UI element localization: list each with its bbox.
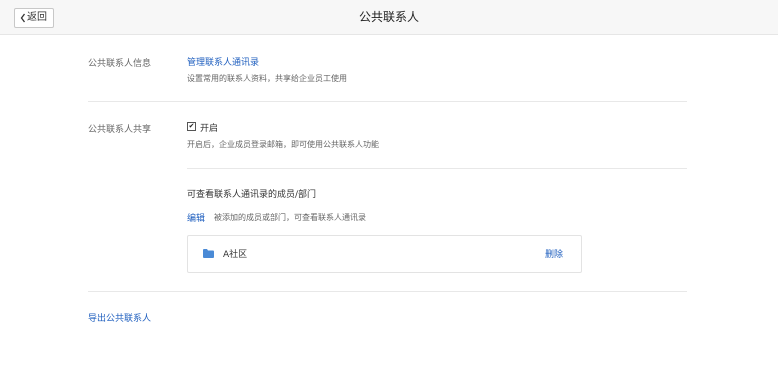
folder-icon <box>203 249 214 258</box>
manage-contacts-link[interactable]: 管理联系人通讯录 <box>187 55 259 68</box>
contact-info-hint: 设置常用的联系人资料，共享给企业员工使用 <box>187 74 347 83</box>
delete-button[interactable]: 删除 <box>545 247 563 260</box>
contact-share-label: 公共联系人共享 <box>88 125 152 135</box>
contact-info-label: 公共联系人信息 <box>88 59 152 69</box>
visible-members-list: A社区 删除 <box>187 235 582 273</box>
list-item-name: A社区 <box>223 250 248 260</box>
visibility-hint: 被添加的成员或部门，可查看联系人通讯录 <box>214 213 366 222</box>
enable-share-label: 开启 <box>200 124 219 134</box>
contact-share-hint: 开启后，企业成员登录邮箱，即可使用公共联系人功能 <box>187 140 379 149</box>
enable-share-checkbox[interactable]: ✔ <box>187 122 196 131</box>
top-bar: 返回 公共联系人 <box>0 0 778 35</box>
page-title: 公共联系人 <box>358 10 419 24</box>
divider <box>88 101 687 102</box>
export-contacts-link[interactable]: 导出公共联系人 <box>88 311 151 324</box>
visibility-heading: 可查看联系人通讯录的成员/部门 <box>187 190 317 200</box>
divider <box>88 291 687 292</box>
divider <box>187 168 687 169</box>
edit-link[interactable]: 编辑 <box>187 211 205 224</box>
